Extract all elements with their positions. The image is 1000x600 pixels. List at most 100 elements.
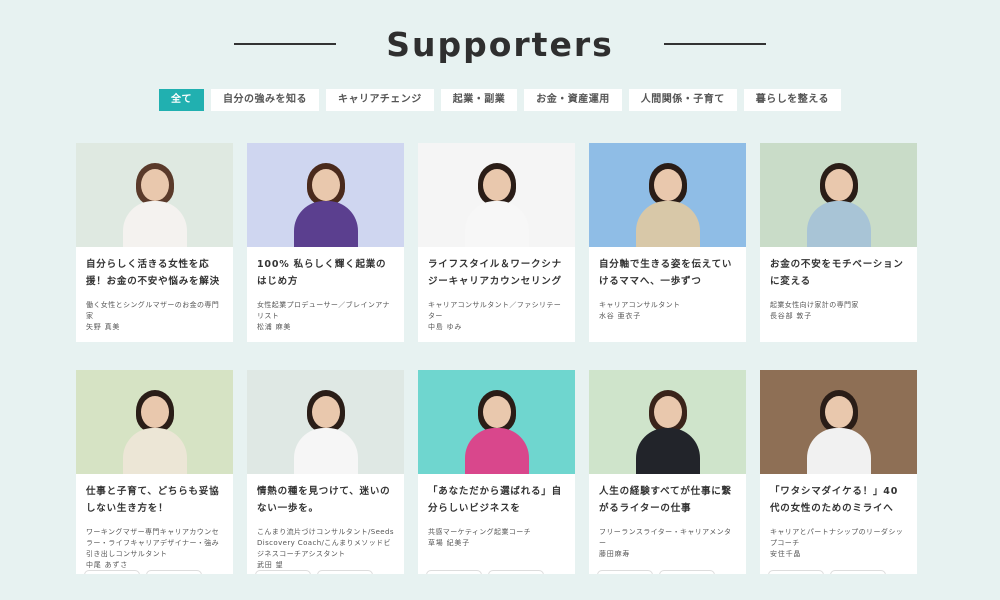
card-tag-row — [768, 570, 886, 574]
card-title: お金の不安をモチベーションに変える — [770, 259, 904, 287]
card-title: 人生の経験すべてが仕事に繋がるライターの仕事 — [599, 486, 732, 514]
category-filter-bar: 全て 自分の強みを知る キャリアチェンジ 起業・副業 お金・資産運用 人間関係・子育て 暮ら… — [0, 89, 1000, 111]
portrait-face — [482, 169, 511, 201]
card-name: 草場 紀美子 — [428, 539, 471, 547]
portrait-figure — [293, 163, 358, 247]
card-name: 藤田麻寿 — [599, 550, 631, 558]
card-tag[interactable] — [488, 570, 544, 574]
portrait-face — [311, 169, 340, 201]
portrait-face — [653, 169, 682, 201]
card-title: 「ワタシマダイケる！」40代の女性のためのミライへFocus — [770, 486, 899, 514]
card-tag[interactable] — [146, 570, 202, 574]
portrait-body — [635, 428, 700, 474]
supporter-card[interactable]: 情熱の種を見つけて、迷いのない一歩を。 こんまり流片づけコンサルタント/Seeds… — [247, 370, 404, 574]
card-tag[interactable] — [255, 570, 311, 574]
card-title: 仕事と子育て、どちらも妥協しない生き方を！ — [86, 486, 220, 514]
portrait-body — [464, 201, 529, 247]
portrait-figure — [635, 390, 700, 474]
portrait-figure — [122, 390, 187, 474]
section-header: Supporters — [0, 22, 1000, 66]
supporter-card[interactable]: 仕事と子育て、どちらも妥協しない生き方を！ ワーキングマザー専門キャリアカウンセラ… — [76, 370, 233, 574]
portrait-figure — [122, 163, 187, 247]
card-name: 矢野 真美 — [86, 323, 121, 331]
card-body: お金の不安をモチベーションに変える起業女性向け家計の専門家 長谷部 敦子 — [760, 247, 917, 322]
supporter-photo — [76, 143, 233, 247]
card-body: ライフスタイル＆ワークシナジーキャリアカウンセリング キャリアコンサルタント／ファ… — [418, 247, 575, 333]
card-body: 「あなただから選ばれる」自分らしいビジネスを 共感マーケティング起業コーチ 草場 紀… — [418, 474, 575, 549]
card-body: 自分らしく活きる女性を応援！お金の不安や悩みを解決働く女性とシングルマザーのお金… — [76, 247, 233, 333]
card-title: 「あなただから選ばれる」自分らしいビジネスを — [428, 486, 562, 514]
card-tag-row — [255, 570, 373, 574]
portrait-face — [482, 396, 511, 428]
supporter-grid: 自分らしく活きる女性を応援！お金の不安や悩みを解決働く女性とシングルマザーのお金… — [76, 143, 917, 574]
supporter-photo — [760, 143, 917, 247]
portrait-face — [311, 396, 340, 428]
portrait-figure — [635, 163, 700, 247]
card-tag[interactable] — [84, 570, 140, 574]
filter-tab-1[interactable]: 自分の強みを知る — [210, 89, 319, 111]
portrait-face — [140, 169, 169, 201]
supporter-card[interactable]: ライフスタイル＆ワークシナジーキャリアカウンセリング キャリアコンサルタント／ファ… — [418, 143, 575, 342]
card-body: 情熱の種を見つけて、迷いのない一歩を。 こんまり流片づけコンサルタント/Seeds… — [247, 474, 404, 571]
card-tag[interactable] — [597, 570, 653, 574]
portrait-figure — [806, 163, 871, 247]
card-name: 中島 ゆみ — [428, 323, 463, 331]
portrait-face — [824, 169, 853, 201]
supporter-card[interactable]: 自分軸で生きる姿を伝えていけるママへ、一歩ずつキャリアコンサルタント 水谷 亜衣子 — [589, 143, 746, 342]
card-role: キャリアとパートナシップのリーダシップコーチ — [770, 528, 904, 547]
page-title: Supporters — [386, 24, 614, 64]
supporter-card[interactable]: 人生の経験すべてが仕事に繋がるライターの仕事 フリーランスライター・キャリアメンタ… — [589, 370, 746, 574]
portrait-body — [635, 201, 700, 247]
portrait-face — [824, 396, 853, 428]
card-name: 安住千晶 — [770, 550, 802, 558]
card-title: 情熱の種を見つけて、迷いのない一歩を。 — [257, 486, 391, 514]
filter-tab-6[interactable]: 暮らしを整える — [743, 89, 841, 111]
card-body: 自分軸で生きる姿を伝えていけるママへ、一歩ずつキャリアコンサルタント 水谷 亜衣子 — [589, 247, 746, 322]
card-role: キャリアコンサルタント／ファシリテーター — [428, 301, 562, 320]
card-tag[interactable] — [426, 570, 482, 574]
card-body: 「ワタシマダイケる！」40代の女性のためのミライへFocus キャリアとパートナシ… — [760, 474, 917, 560]
supporter-card[interactable]: 「あなただから選ばれる」自分らしいビジネスを 共感マーケティング起業コーチ 草場 紀… — [418, 370, 575, 574]
filter-tab-2[interactable]: キャリアチェンジ — [325, 89, 434, 111]
card-name: 水谷 亜衣子 — [599, 312, 642, 320]
card-role: 起業女性向け家計の専門家 — [770, 301, 859, 309]
filter-tab-0[interactable]: 全て — [158, 89, 204, 111]
portrait-body — [464, 428, 529, 474]
card-title: 自分らしく活きる女性を応援！お金の不安や悩みを解決 — [86, 259, 220, 287]
portrait-figure — [806, 390, 871, 474]
supporter-photo — [589, 143, 746, 247]
supporter-photo — [589, 370, 746, 474]
card-tag[interactable] — [317, 570, 373, 574]
supporters-page: Supporters 全て 自分の強みを知る キャリアチェンジ 起業・副業 お金・資産運… — [0, 0, 1000, 600]
card-tag-row — [84, 570, 202, 574]
card-body: 人生の経験すべてが仕事に繋がるライターの仕事 フリーランスライター・キャリアメンタ… — [589, 474, 746, 560]
card-tag[interactable] — [659, 570, 715, 574]
supporter-card[interactable]: 自分らしく活きる女性を応援！お金の不安や悩みを解決働く女性とシングルマザーのお金… — [76, 143, 233, 342]
card-name: 長谷部 敦子 — [770, 312, 813, 320]
card-name: 松浦 麻美 — [257, 323, 292, 331]
supporter-card[interactable]: 100% 私らしく輝く起業のはじめ方女性起業プロデューサー／ブレインアナリスト松… — [247, 143, 404, 342]
card-role: ワーキングマザー専門キャリアカウンセラー・ライフキャリアデザイナー・強み引き出し… — [86, 528, 220, 558]
card-tag[interactable] — [768, 570, 824, 574]
filter-tab-3[interactable]: 起業・副業 — [440, 89, 518, 111]
supporter-photo — [76, 370, 233, 474]
card-title: 100% 私らしく輝く起業のはじめ方 — [257, 259, 387, 287]
supporter-photo — [247, 143, 404, 247]
filter-tab-4[interactable]: お金・資産運用 — [524, 89, 622, 111]
portrait-face — [140, 396, 169, 428]
card-tag[interactable] — [830, 570, 886, 574]
supporter-card[interactable]: 「ワタシマダイケる！」40代の女性のためのミライへFocus キャリアとパートナシ… — [760, 370, 917, 574]
portrait-body — [122, 428, 187, 474]
card-role: 女性起業プロデューサー／ブレインアナリスト — [257, 301, 390, 320]
card-body: 100% 私らしく輝く起業のはじめ方女性起業プロデューサー／ブレインアナリスト松… — [247, 247, 404, 333]
portrait-figure — [464, 390, 529, 474]
portrait-face — [653, 396, 682, 428]
card-tag-row — [597, 570, 715, 574]
portrait-body — [806, 428, 871, 474]
card-role: 働く女性とシングルマザーのお金の専門家 — [86, 301, 220, 320]
filter-tab-5[interactable]: 人間関係・子育て — [628, 89, 737, 111]
card-role: キャリアコンサルタント — [599, 301, 681, 309]
supporter-card[interactable]: お金の不安をモチベーションに変える起業女性向け家計の専門家 長谷部 敦子 — [760, 143, 917, 342]
card-tag-row — [426, 570, 544, 574]
card-title: 自分軸で生きる姿を伝えていけるママへ、一歩ずつ — [599, 259, 733, 287]
